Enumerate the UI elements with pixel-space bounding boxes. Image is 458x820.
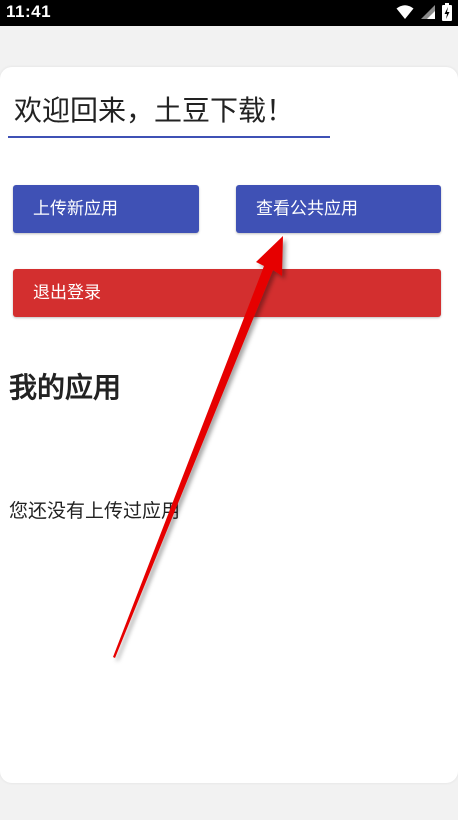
wifi-icon — [396, 5, 414, 19]
welcome-input[interactable]: 欢迎回来，土豆下载！ — [8, 88, 330, 138]
status-time: 11:41 — [6, 2, 52, 21]
view-public-apps-button[interactable]: 查看公共应用 — [236, 185, 441, 233]
status-bar: 11:41 — [0, 0, 458, 26]
signal-icon — [421, 5, 435, 19]
empty-apps-message: 您还没有上传过应用 — [9, 500, 181, 522]
status-icons — [396, 3, 452, 21]
content-card — [0, 67, 458, 783]
logout-button[interactable]: 退出登录 — [13, 269, 441, 317]
upload-app-button[interactable]: 上传新应用 — [13, 185, 199, 233]
my-apps-title: 我的应用 — [9, 371, 122, 404]
battery-icon — [442, 3, 452, 21]
